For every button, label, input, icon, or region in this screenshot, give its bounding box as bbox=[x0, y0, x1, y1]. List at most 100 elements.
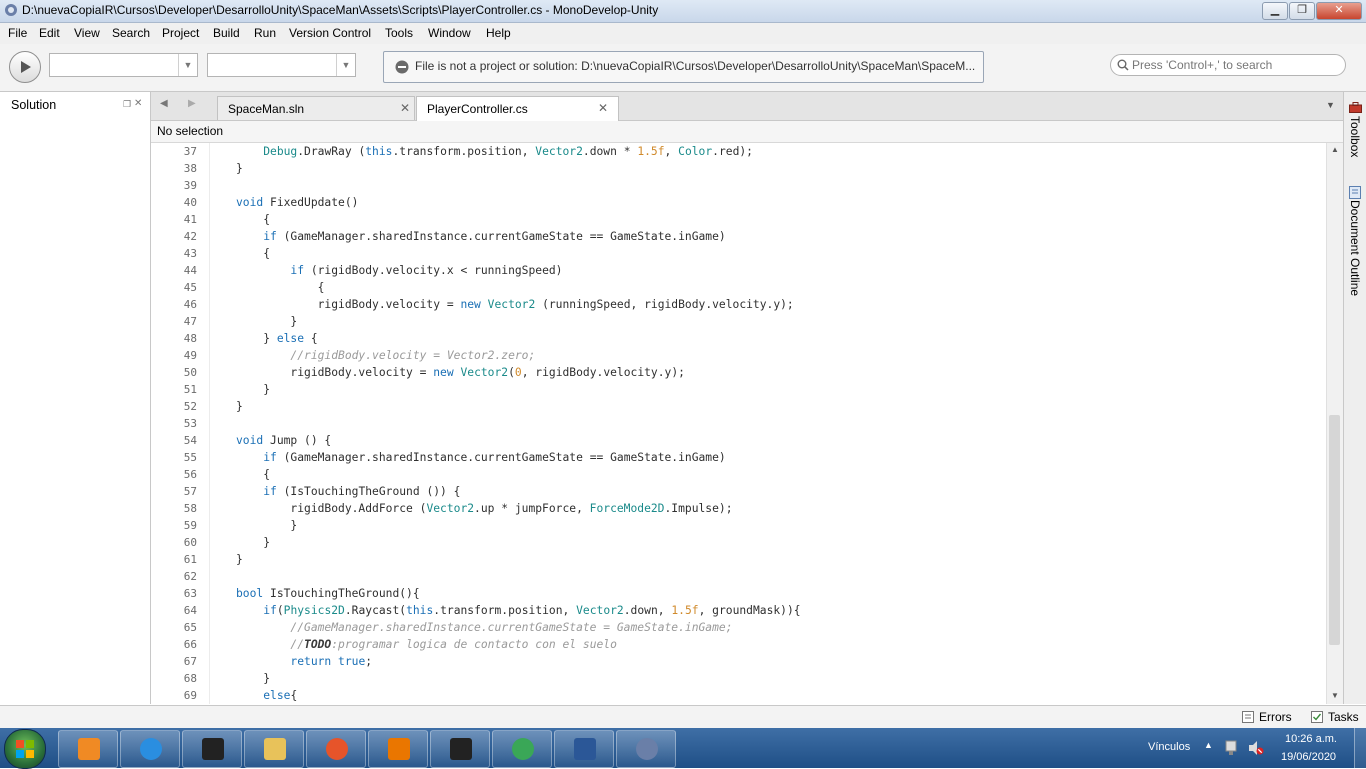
chrome-icon bbox=[512, 738, 534, 760]
menu-search[interactable]: Search bbox=[112, 26, 150, 40]
firefox-icon bbox=[326, 738, 348, 760]
tab-label: SpaceMan.sln bbox=[228, 102, 305, 116]
show-desktop-button[interactable] bbox=[1354, 728, 1366, 768]
code-line[interactable]: } bbox=[236, 315, 297, 328]
path-bar[interactable]: No selection bbox=[151, 121, 1343, 143]
code-line[interactable]: } else { bbox=[236, 332, 317, 345]
document-outline-tab[interactable]: Document Outline bbox=[1348, 200, 1362, 296]
menu-edit[interactable]: Edit bbox=[39, 26, 60, 40]
run-button[interactable] bbox=[9, 51, 41, 83]
code-line[interactable]: } bbox=[236, 536, 270, 549]
tray-expand-icon[interactable]: ▲ bbox=[1204, 740, 1213, 750]
nav-back-button[interactable]: ◀ bbox=[160, 98, 168, 109]
taskbar-app-button[interactable] bbox=[554, 730, 614, 768]
right-dock: Toolbox Document Outline bbox=[1343, 92, 1366, 704]
code-line[interactable]: rigidBody.AddForce (Vector2.up * jumpFor… bbox=[236, 502, 732, 515]
code-area[interactable]: Debug.DrawRay (this.transform.position, … bbox=[151, 143, 1326, 704]
code-line[interactable]: rigidBody.velocity = new Vector2(0, rigi… bbox=[236, 366, 685, 379]
tray-toolbar-label[interactable]: Vínculos bbox=[1148, 741, 1190, 753]
nav-forward-button[interactable]: ▶ bbox=[188, 98, 196, 109]
code-line[interactable]: //rigidBody.velocity = Vector2.zero; bbox=[236, 349, 535, 362]
network-icon[interactable] bbox=[1224, 740, 1238, 756]
toolbox-tab[interactable]: Toolbox bbox=[1348, 116, 1362, 157]
menu-window[interactable]: Window bbox=[428, 26, 471, 40]
volume-muted-icon[interactable] bbox=[1248, 740, 1264, 756]
taskbar-app-button[interactable] bbox=[120, 730, 180, 768]
code-line[interactable]: Debug.DrawRay (this.transform.position, … bbox=[236, 145, 753, 158]
code-line[interactable]: } bbox=[236, 519, 297, 532]
code-line[interactable]: bool IsTouchingTheGround(){ bbox=[236, 587, 420, 600]
start-button[interactable] bbox=[4, 729, 46, 769]
solution-pane-title: Solution bbox=[11, 98, 57, 112]
vertical-scrollbar[interactable]: ▲ ▼ bbox=[1326, 143, 1343, 704]
code-line[interactable]: } bbox=[236, 672, 270, 685]
scroll-up-icon[interactable]: ▲ bbox=[1331, 145, 1339, 154]
global-search-field[interactable]: Press 'Control+,' to search bbox=[1110, 54, 1346, 76]
code-editor[interactable]: 37 38 39 40 41 42 43 44 45 46 47 48 49 50 51 52 53 54 55 56… bbox=[151, 143, 1326, 704]
info-blocked-icon bbox=[395, 60, 409, 74]
taskbar-app-button[interactable] bbox=[492, 730, 552, 768]
taskbar-app-button[interactable] bbox=[244, 730, 304, 768]
bottom-pad-bar: Errors Tasks bbox=[0, 705, 1366, 729]
taskbar-app-button[interactable] bbox=[306, 730, 366, 768]
code-line[interactable]: } bbox=[236, 383, 270, 396]
minimize-button[interactable]: ▁ bbox=[1262, 2, 1288, 20]
code-line[interactable]: void Jump () { bbox=[236, 434, 331, 447]
close-button[interactable]: ✕ bbox=[1316, 2, 1362, 20]
monodevelop-icon bbox=[636, 738, 658, 760]
taskbar-app-button[interactable] bbox=[616, 730, 676, 768]
title-bar: D:\nuevaCopiaIR\Cursos\Developer\Desarro… bbox=[0, 0, 1366, 23]
pane-dock-button[interactable]: ❐ bbox=[123, 99, 131, 110]
platform-selector[interactable]: ▼ bbox=[207, 53, 356, 77]
configuration-selector[interactable]: ▼ bbox=[49, 53, 198, 77]
monodevelop-icon bbox=[5, 4, 17, 16]
code-line[interactable]: //TODO:programar logica de contacto con … bbox=[236, 638, 616, 651]
code-line[interactable]: if (GameManager.sharedInstance.currentGa… bbox=[236, 230, 726, 243]
tab-list-dropdown[interactable]: ▼ bbox=[1326, 100, 1335, 110]
menu-project[interactable]: Project bbox=[162, 26, 199, 40]
pane-close-button[interactable]: ✕ bbox=[134, 98, 142, 109]
menu-bar: File Edit View Search Project Build Run … bbox=[0, 23, 1366, 44]
menu-help[interactable]: Help bbox=[486, 26, 511, 40]
menu-tools[interactable]: Tools bbox=[385, 26, 413, 40]
code-line[interactable]: if (rigidBody.velocity.x < runningSpeed) bbox=[236, 264, 562, 277]
file-explorer-icon bbox=[264, 738, 286, 760]
code-line[interactable]: else{ bbox=[236, 689, 297, 702]
menu-view[interactable]: View bbox=[74, 26, 100, 40]
scroll-down-icon[interactable]: ▼ bbox=[1331, 691, 1339, 700]
code-line[interactable]: //GameManager.sharedInstance.currentGame… bbox=[236, 621, 732, 634]
code-line[interactable]: rigidBody.velocity = new Vector2 (runnin… bbox=[236, 298, 794, 311]
taskbar-app-button[interactable] bbox=[58, 730, 118, 768]
code-line[interactable]: if (IsTouchingTheGround ()) { bbox=[236, 485, 460, 498]
play-icon bbox=[21, 61, 31, 73]
tab-spaceman-sln[interactable]: SpaceMan.sln ✕ bbox=[217, 96, 415, 120]
taskbar-app-button[interactable] bbox=[368, 730, 428, 768]
menu-version-control[interactable]: Version Control bbox=[289, 26, 371, 40]
taskbar-app-button[interactable] bbox=[182, 730, 242, 768]
close-icon[interactable]: ✕ bbox=[598, 101, 608, 115]
scrollbar-thumb[interactable] bbox=[1329, 415, 1340, 645]
code-line[interactable]: { bbox=[236, 281, 325, 294]
code-line[interactable]: } bbox=[236, 553, 243, 566]
menu-run[interactable]: Run bbox=[254, 26, 276, 40]
code-line[interactable]: if(Physics2D.Raycast(this.transform.posi… bbox=[236, 604, 800, 617]
clock-date[interactable]: 19/06/2020 bbox=[1281, 751, 1336, 763]
code-line[interactable]: { bbox=[236, 213, 270, 226]
tasks-icon bbox=[1311, 711, 1323, 723]
tab-label: PlayerController.cs bbox=[427, 102, 528, 116]
code-line[interactable]: { bbox=[236, 468, 270, 481]
menu-file[interactable]: File bbox=[8, 26, 27, 40]
clock-time[interactable]: 10:26 a.m. bbox=[1285, 733, 1337, 745]
tab-playercontroller-cs[interactable]: PlayerController.cs ✕ bbox=[416, 96, 619, 121]
code-line[interactable]: } bbox=[236, 162, 243, 175]
code-line[interactable]: return true; bbox=[236, 655, 372, 668]
maximize-button[interactable]: ❐ bbox=[1289, 2, 1315, 20]
close-icon[interactable]: ✕ bbox=[400, 101, 410, 115]
code-line[interactable]: { bbox=[236, 247, 270, 260]
tasks-label: Tasks bbox=[1328, 710, 1359, 724]
taskbar-app-button[interactable] bbox=[430, 730, 490, 768]
code-line[interactable]: } bbox=[236, 400, 243, 413]
code-line[interactable]: void FixedUpdate() bbox=[236, 196, 358, 209]
menu-build[interactable]: Build bbox=[213, 26, 240, 40]
code-line[interactable]: if (GameManager.sharedInstance.currentGa… bbox=[236, 451, 726, 464]
